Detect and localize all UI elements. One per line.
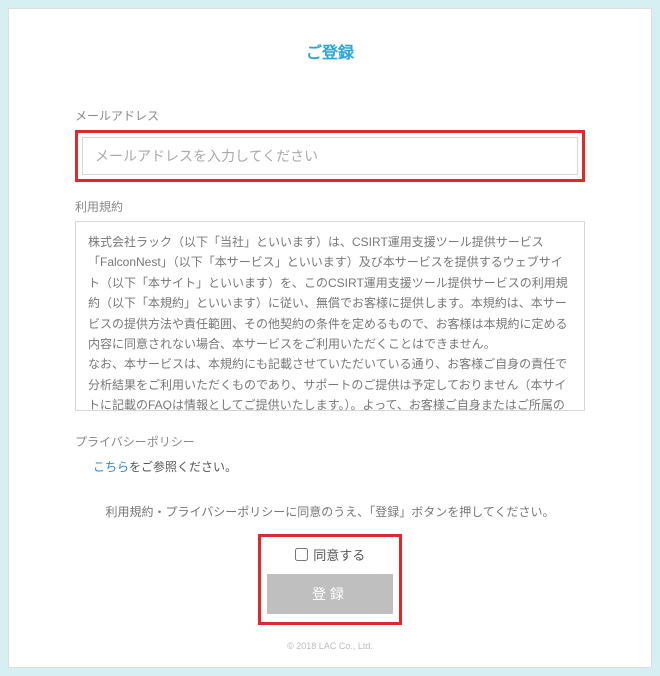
agree-label[interactable]: 同意する bbox=[295, 548, 366, 563]
email-label: メールアドレス bbox=[75, 107, 585, 124]
privacy-after-text: をご参照ください。 bbox=[129, 460, 237, 474]
agree-row: 同意する bbox=[267, 545, 393, 564]
terms-textarea[interactable]: 株式会社ラック（以下「当社」といいます）は、CSIRT運用支援ツール提供サービス… bbox=[75, 221, 585, 411]
agree-highlight-frame: 同意する 登録 bbox=[258, 534, 402, 625]
privacy-label: プライバシーポリシー bbox=[75, 433, 585, 450]
footer-copyright: © 2018 LAC Co., Ltd. bbox=[75, 641, 585, 651]
agree-text: 同意する bbox=[313, 548, 365, 563]
agree-checkbox[interactable] bbox=[295, 548, 308, 561]
page-title: ご登録 bbox=[75, 39, 585, 63]
privacy-line: こちらをご参照ください。 bbox=[93, 458, 585, 475]
consent-note: 利用規約・プライバシーポリシーに同意のうえ、「登録」ボタンを押してください。 bbox=[75, 503, 585, 520]
email-highlight-frame bbox=[75, 130, 585, 182]
email-field[interactable] bbox=[82, 137, 578, 175]
privacy-link[interactable]: こちら bbox=[93, 460, 129, 474]
register-button[interactable]: 登録 bbox=[267, 574, 393, 614]
terms-label: 利用規約 bbox=[75, 198, 585, 215]
registration-card: ご登録 メールアドレス 利用規約 株式会社ラック（以下「当社」といいます）は、C… bbox=[8, 8, 652, 668]
